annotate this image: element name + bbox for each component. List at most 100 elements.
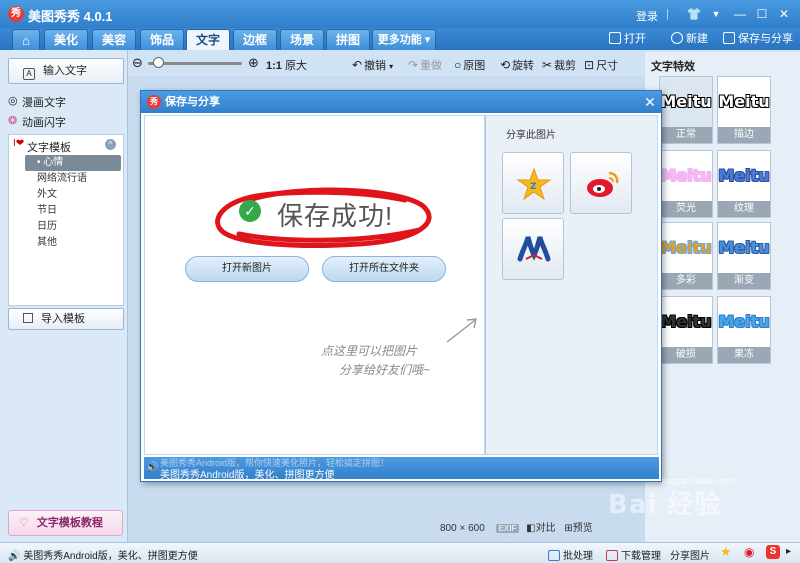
baidu-watermark: Bai 经验 xyxy=(608,490,722,520)
open-new-image-button[interactable]: 打开新图片 xyxy=(185,256,309,282)
status-message[interactable]: 🔊 美图秀秀Android版，美化、拼图更方便 xyxy=(8,547,198,562)
collapse-icon[interactable]: ^ xyxy=(105,139,116,150)
resize-icon: ⊡ xyxy=(584,58,595,72)
download-manager-button[interactable]: 下载管理 xyxy=(606,547,661,562)
open-icon xyxy=(609,32,621,44)
app-title: 美图秀秀 4.0.1 xyxy=(28,9,113,24)
import-icon xyxy=(23,313,33,323)
scissors-icon: ✂ xyxy=(542,58,553,72)
text-effect-3[interactable]: Meitu 纹理 xyxy=(717,150,771,218)
tab-beautify[interactable]: 美化 xyxy=(44,29,88,50)
text-effect-6[interactable]: Meitu 破损 xyxy=(659,296,713,364)
save-share-dialog: 秀 保存与分享 ✕ ✓ 保存成功! 打开新图片 打开所在文件夹 点这里可以把图片… xyxy=(140,90,662,482)
close-window-button[interactable]: ✕ xyxy=(774,5,794,23)
compare-icon: ◧ xyxy=(526,523,536,534)
share-renren-button[interactable] xyxy=(502,218,564,280)
text-effect-preview: Meitu xyxy=(718,151,770,201)
zoom-out-icon[interactable]: ⊖ xyxy=(132,55,143,71)
text-effect-preview: Meitu xyxy=(718,223,770,273)
zoom-in-icon[interactable]: ⊕ xyxy=(248,55,259,71)
text-template-header[interactable]: I❤ 文字模板 xyxy=(13,138,71,155)
new-button[interactable]: 新建 xyxy=(671,31,708,47)
template-item-internet-slang[interactable]: 网络流行语 xyxy=(25,171,121,187)
dialog-ad-banner[interactable]: 🔊 美图秀秀Android版，帮你快速美化照片，轻松搞定拼图！ 美图秀秀Andr… xyxy=(144,457,659,481)
compare-button[interactable]: ◧对比 xyxy=(526,523,555,534)
status-more-icon[interactable]: ▸ xyxy=(786,546,791,557)
crop-button[interactable]: ✂ 裁剪 xyxy=(542,57,576,73)
success-check-icon: ✓ xyxy=(239,200,261,222)
batch-icon xyxy=(548,550,560,561)
text-effect-1[interactable]: Meitu 描边 xyxy=(717,76,771,144)
text-effect-label: 纹理 xyxy=(718,201,770,217)
text-effect-2[interactable]: Meitu 荧光 xyxy=(659,150,713,218)
exif-button[interactable]: EXIF xyxy=(495,524,520,533)
tab-home[interactable]: ⌂ xyxy=(12,29,40,50)
dialog-close-button[interactable]: ✕ xyxy=(641,91,659,113)
template-item-holiday[interactable]: 节日 xyxy=(25,203,121,219)
sohu-status-icon[interactable]: S xyxy=(766,545,780,559)
qzone-status-icon[interactable]: ★ xyxy=(720,544,732,560)
save-share-button[interactable]: 保存与分享 xyxy=(723,31,793,47)
original-image-button[interactable]: ○ 原图 xyxy=(454,57,485,73)
renren-icon xyxy=(517,236,551,262)
status-bar: 🔊 美图秀秀Android版，美化、拼图更方便 批处理 下载管理 分享图片 ★ … xyxy=(0,542,800,563)
text-effect-4[interactable]: Meitu 多彩 xyxy=(659,222,713,290)
template-item-other[interactable]: 其他 xyxy=(25,235,121,251)
template-item-mood[interactable]: • 心情 xyxy=(25,155,121,171)
text-effect-7[interactable]: Meitu 果冻 xyxy=(717,296,771,364)
open-button[interactable]: 打开 xyxy=(609,31,646,47)
tab-scene[interactable]: 场景 xyxy=(280,29,324,50)
text-effect-0[interactable]: Meitu 正常 xyxy=(659,76,713,144)
rotate-button[interactable]: ⟲ 旋转 xyxy=(500,57,534,73)
share-title: 分享此图片 xyxy=(506,130,556,141)
text-input-icon: A xyxy=(23,68,35,80)
dialog-title: 保存与分享 xyxy=(165,96,220,108)
sparkle-icon: ❂ xyxy=(8,115,18,127)
share-image-status-button[interactable]: 分享图片 xyxy=(670,547,710,562)
text-effects-title: 文字特效 xyxy=(651,61,695,73)
dialog-logo-icon: 秀 xyxy=(147,95,161,109)
flash-text-item[interactable]: ❂ 动画闪字 xyxy=(8,114,66,130)
tab-collage[interactable]: 拼图 xyxy=(326,29,370,50)
preview-button[interactable]: ⊞预览 xyxy=(564,523,592,534)
skin-icon[interactable]: 👕 xyxy=(684,5,704,23)
text-effect-5[interactable]: Meitu 渐变 xyxy=(717,222,771,290)
share-qzone-button[interactable]: Z xyxy=(502,152,564,214)
text-effect-label: 渐变 xyxy=(718,273,770,289)
menu-icon[interactable]: ▼ xyxy=(706,5,726,23)
text-effect-label: 破损 xyxy=(660,347,712,363)
text-effect-label: 荧光 xyxy=(660,201,712,217)
comic-text-item[interactable]: ◎ 漫画文字 xyxy=(8,94,66,110)
template-item-foreign[interactable]: 外文 xyxy=(25,187,121,203)
zoom-slider-handle[interactable] xyxy=(152,57,164,68)
tab-border[interactable]: 边框 xyxy=(233,29,277,50)
text-effect-preview: Meitu xyxy=(660,77,712,127)
import-template-button[interactable]: 导入模板 xyxy=(8,308,124,330)
weibo-status-icon[interactable]: ◉ xyxy=(744,545,754,559)
title-bar: 秀 美图秀秀 4.0.1 登录 | 👕 ▼ — ☐ ✕ xyxy=(0,0,800,28)
open-folder-button[interactable]: 打开所在文件夹 xyxy=(322,256,446,282)
tab-beauty[interactable]: 美容 xyxy=(92,29,136,50)
input-text-button[interactable]: A 输入文字 xyxy=(8,58,124,84)
actual-size-button[interactable]: 1:1 原大 xyxy=(266,57,307,73)
tab-accessories[interactable]: 饰品 xyxy=(140,29,184,50)
undo-button[interactable]: ↶ 撤销 ▾ xyxy=(352,57,393,73)
login-link[interactable]: 登录 xyxy=(636,8,658,24)
redo-icon: ↷ xyxy=(408,58,419,72)
minimize-button[interactable]: — xyxy=(730,5,750,23)
resize-button[interactable]: ⊡ 尺寸 xyxy=(584,57,618,73)
template-tree: I❤ 文字模板 ^ • 心情 网络流行语 外文 节日 日历 其他 xyxy=(8,134,124,306)
tab-more-features[interactable]: 更多功能 ▾ xyxy=(372,29,436,50)
batch-process-button[interactable]: 批处理 xyxy=(548,547,593,562)
undo-dropdown-icon[interactable]: ▾ xyxy=(389,62,393,71)
download-icon xyxy=(606,550,618,561)
share-weibo-button[interactable] xyxy=(570,152,632,214)
times-sign: × xyxy=(459,523,466,534)
template-item-calendar[interactable]: 日历 xyxy=(25,219,121,235)
template-tutorial-button[interactable]: ♡ 文字模板教程 xyxy=(8,510,123,536)
tab-text[interactable]: 文字 xyxy=(186,29,230,50)
text-effect-preview: Meitu xyxy=(718,297,770,347)
maximize-button[interactable]: ☐ xyxy=(752,5,772,23)
redo-button[interactable]: ↷ 重做 xyxy=(408,57,442,73)
weibo-icon xyxy=(587,171,619,197)
